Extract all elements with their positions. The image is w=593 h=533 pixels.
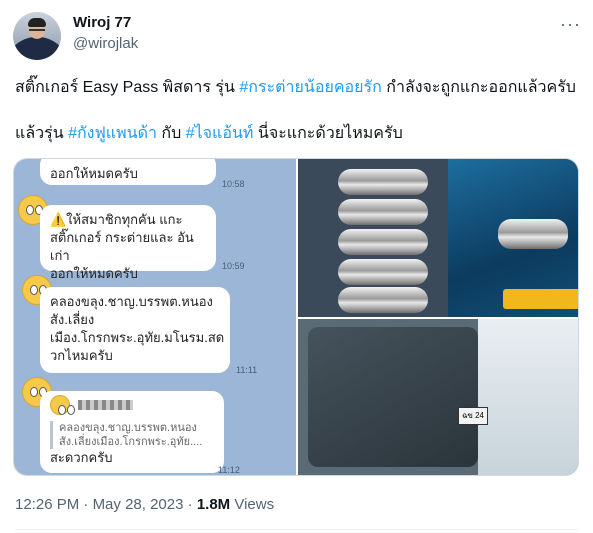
quoted-text: คลองขลุง.ชาญ.บรรพต.หนอง <box>59 422 197 434</box>
chat-time: 11:11 <box>236 365 258 375</box>
tweet-time[interactable]: 12:26 PM <box>15 496 79 513</box>
views-label: Views <box>230 496 275 513</box>
tweet-text: นี่จะแกะด้วยไหมครับ <box>253 125 403 142</box>
chrome-part <box>338 259 428 285</box>
chat-message: ออกให้หมดครับ <box>50 266 138 281</box>
chat-bubble: คลองขลุง.ชาญ.บรรพต.หนอง สัง.เลี่ยงเมือง.… <box>40 391 224 473</box>
hashtag-link[interactable]: #กระต่ายน้อยคอยรัก <box>239 79 381 96</box>
tweet-card: Wiroj 77 @wirojlak ··· สติ๊กเกอร์ Easy P… <box>0 0 593 533</box>
chrome-part <box>338 229 428 255</box>
sky-background <box>478 319 578 475</box>
hashtag-link[interactable]: #ไจแอ้นท์ <box>186 125 254 142</box>
tweet-text: แล้วรุ่น <box>15 125 69 142</box>
chat-bubble: ออกให้หมดครับ <box>40 159 216 185</box>
chat-message: วกไหมครับ <box>50 348 113 363</box>
chat-bubble: ⚠️ให้สมาชิกทุกคัน แกะ สติ๊กเกอร์ กระต่าย… <box>40 205 216 281</box>
blurred-name <box>78 400 133 410</box>
chat-message: เมือง.โกรกพระ.อุทัย.มโนรม.สด <box>50 330 225 345</box>
chat-message: สัง.เลี่ยง <box>50 312 95 327</box>
chat-message: สะดวกครับ <box>50 450 113 465</box>
media-photo-chrome[interactable] <box>298 159 578 317</box>
yellow-badge <box>503 289 578 309</box>
media-grid: ออกให้หมดครับ 10:58 ⚠️ให้สมาชิกทุกคัน แก… <box>13 158 579 476</box>
chat-message: สติ๊กเกอร์ กระต่ายและ อันเก่า <box>50 230 194 263</box>
avatar[interactable] <box>13 12 61 60</box>
author-handle[interactable]: @wirojlak <box>73 35 138 52</box>
chat-time: 11:12 <box>218 465 240 475</box>
chrome-part <box>498 219 568 249</box>
chat-time: 10:59 <box>222 261 245 271</box>
separator: · <box>183 496 197 513</box>
quoted-message: คลองขลุง.ชาญ.บรรพต.หนอง สัง.เลี่ยงเมือง.… <box>50 421 210 449</box>
chrome-part <box>338 199 428 225</box>
emoji-face-icon <box>50 395 75 415</box>
more-horizontal-icon[interactable]: ··· <box>560 14 581 35</box>
chrome-part <box>338 169 428 195</box>
tweet-date[interactable]: May 28, 2023 <box>93 496 184 513</box>
chat-bubble: คลองขลุง.ชาญ.บรรพต.หนอง สัง.เลี่ยง เมือง… <box>40 287 230 373</box>
chat-message: ออกให้หมดครับ <box>50 166 138 181</box>
author-name[interactable]: Wiroj 77 <box>73 14 131 31</box>
chat-time: 10:58 <box>222 179 245 189</box>
windshield <box>308 327 478 467</box>
chat-message: คลองขลุง.ชาญ.บรรพต.หนอง <box>50 294 213 309</box>
license-plate: ฉข 24 <box>458 407 488 425</box>
chrome-part <box>338 287 428 313</box>
views-count: 1.8M <box>196 496 231 513</box>
hashtag-link[interactable]: #กังฟูแพนด้า <box>68 125 157 142</box>
avatar-hair <box>28 18 46 27</box>
media-chat-screenshot[interactable]: ออกให้หมดครับ 10:58 ⚠️ให้สมาชิกทุกคัน แก… <box>14 159 296 475</box>
tweet-text: กำลังจะถูกแกะออกแล้วครับ <box>381 79 576 96</box>
tweet-text-line-1: สติ๊กเกอร์ Easy Pass พิสดาร รุ่น #กระต่า… <box>15 78 576 98</box>
divider <box>15 529 578 530</box>
tweet-metadata: 12:26 PM · May 28, 2023 · 1.8M Views <box>15 496 274 513</box>
chat-message: ⚠️ให้สมาชิกทุกคัน แกะ <box>50 212 183 227</box>
avatar-glasses <box>29 29 45 33</box>
tweet-text: กับ <box>156 125 186 142</box>
media-photo-windshield[interactable]: ฉข 24 <box>298 319 578 475</box>
quoted-text: สัง.เลี่ยงเมือง.โกรกพระ.อุทัย.... <box>59 436 203 448</box>
separator: · <box>79 496 93 513</box>
tweet-text: สติ๊กเกอร์ Easy Pass พิสดาร รุ่น <box>15 79 240 96</box>
tweet-text-line-2: แล้วรุ่น #กังฟูแพนด้า กับ #ไจแอ้นท์ นี่จ… <box>15 124 403 144</box>
